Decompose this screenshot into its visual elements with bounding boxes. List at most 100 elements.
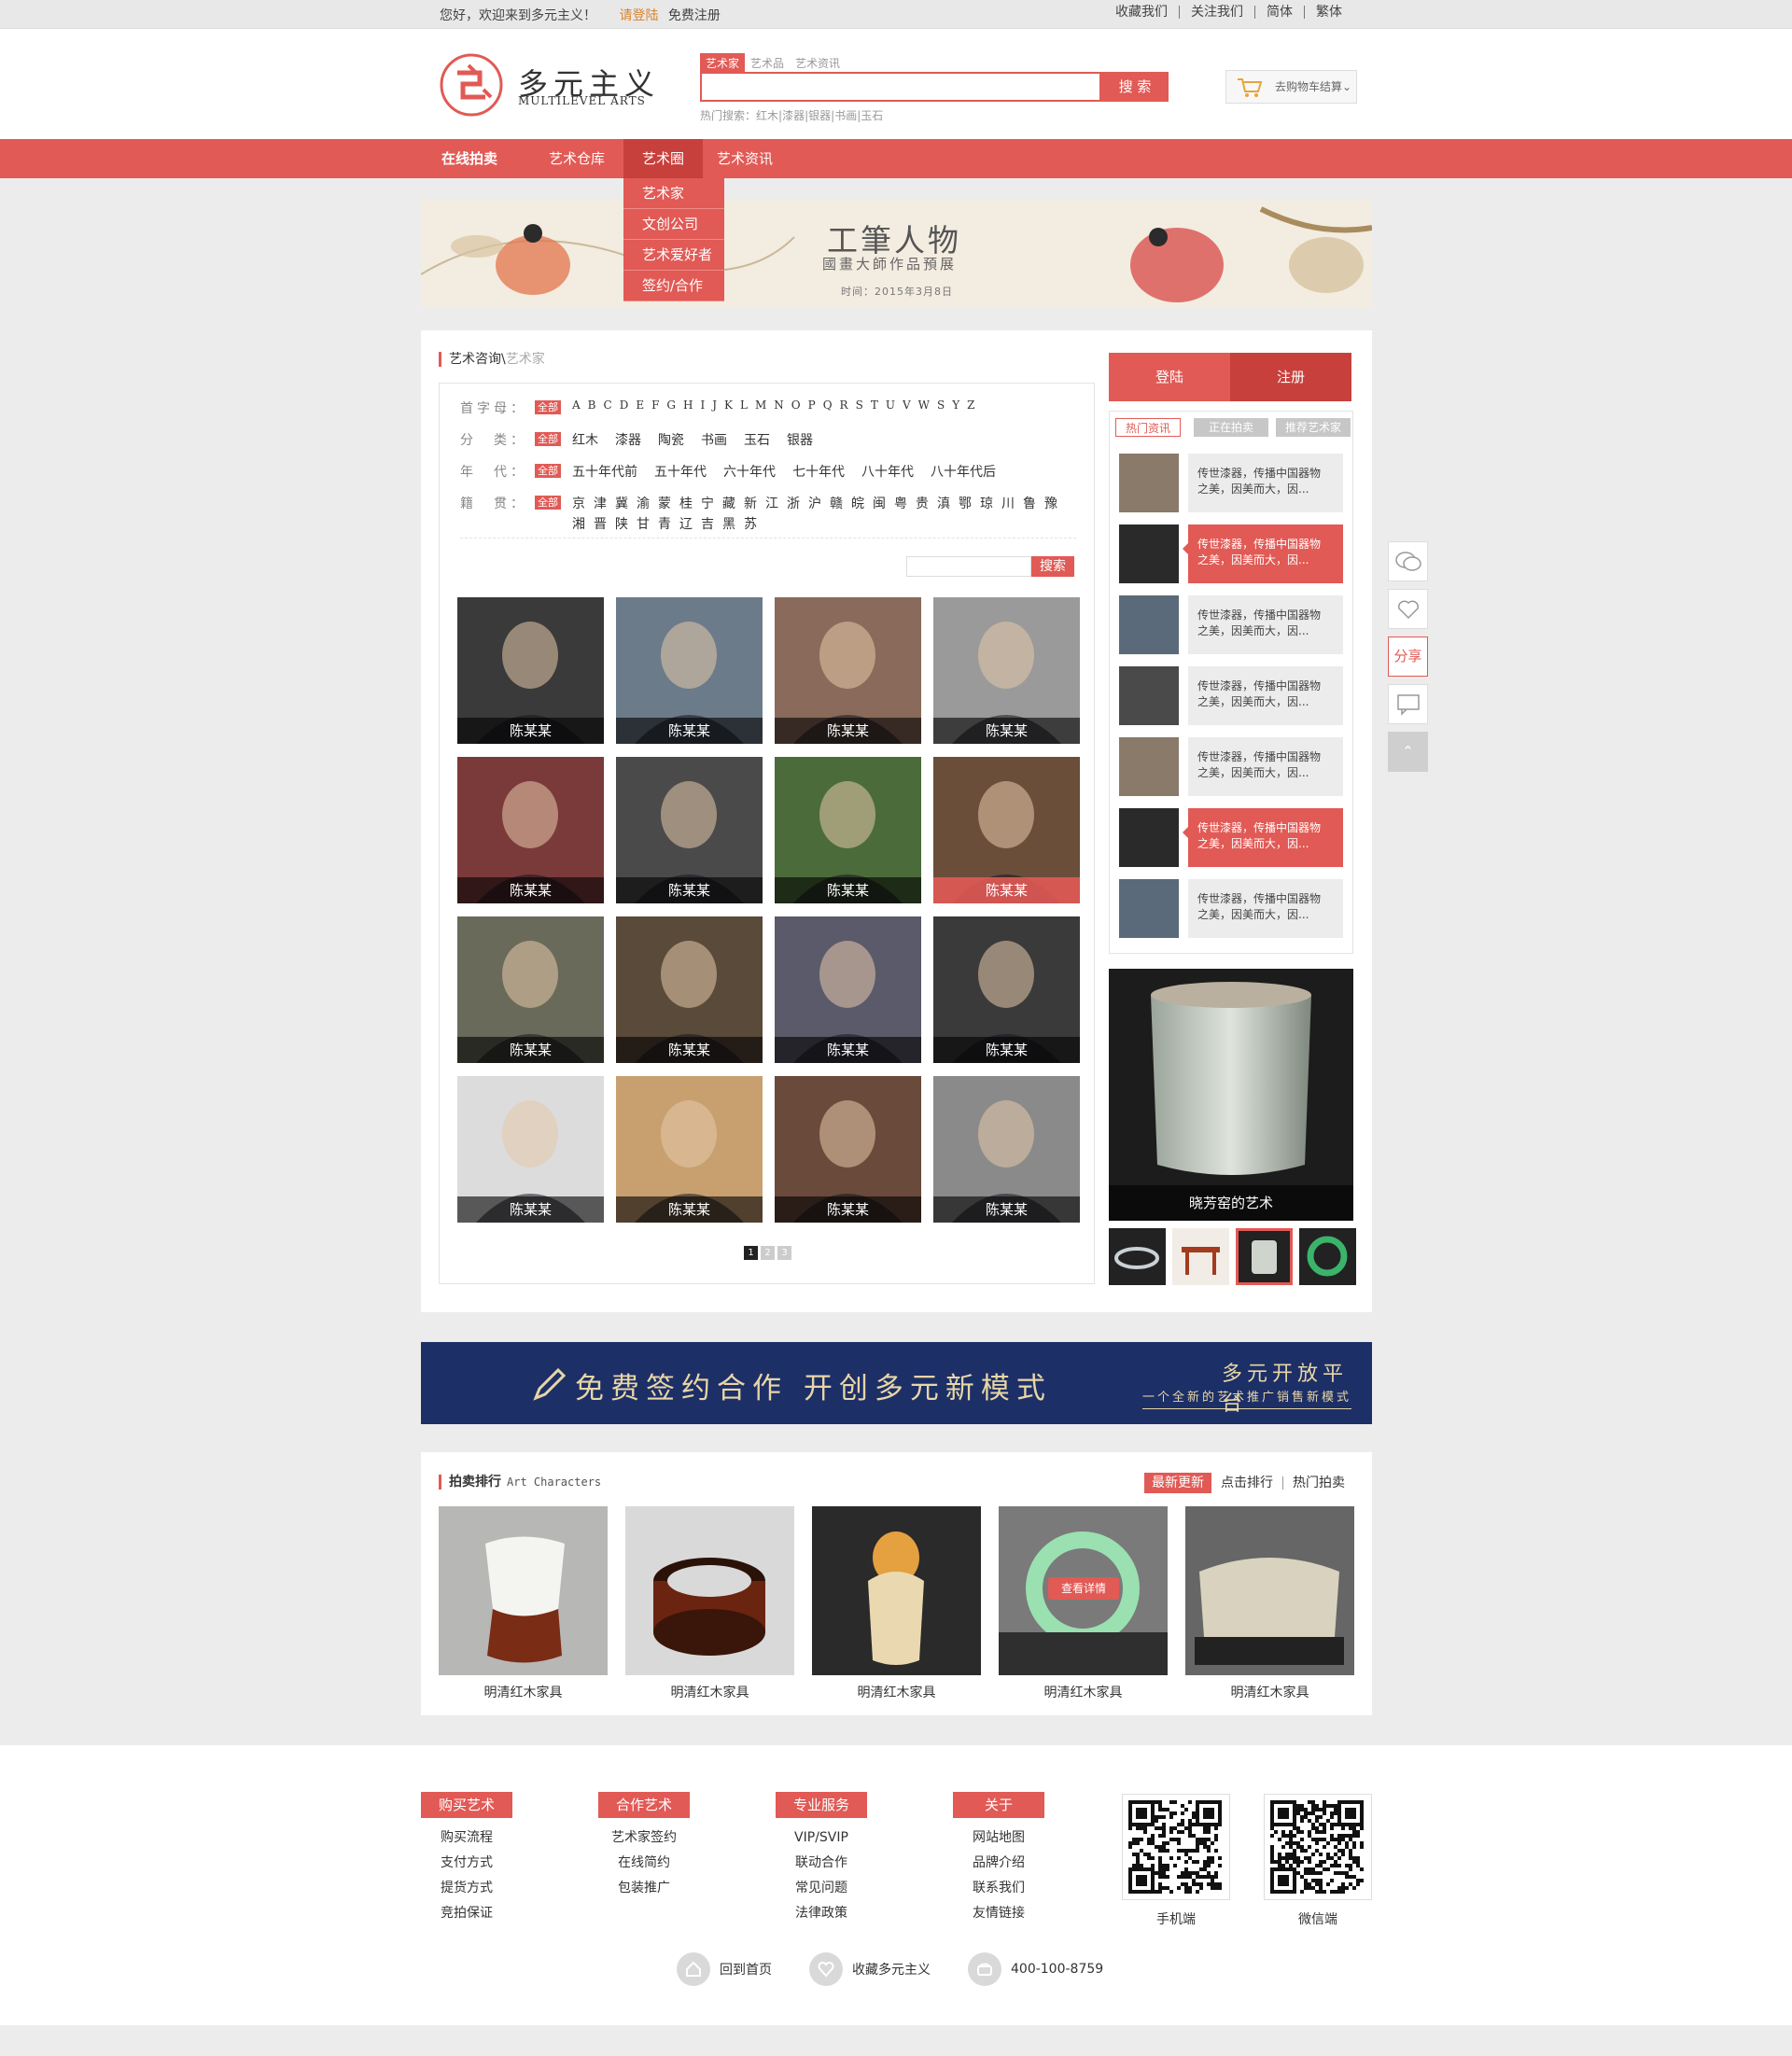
filter-option[interactable]: 辽 — [679, 514, 693, 533]
filter-option[interactable]: 八十年代后 — [931, 462, 996, 481]
artist-card[interactable]: 陈某某 — [933, 757, 1080, 903]
hot-search-link[interactable]: 漆器 — [782, 109, 805, 122]
auction-tab-latest[interactable]: 最新更新 — [1144, 1473, 1211, 1493]
search-input[interactable] — [700, 72, 1101, 102]
filter-option[interactable]: 津 — [594, 494, 607, 512]
footer-link[interactable]: 购买流程 — [421, 1825, 512, 1851]
filter-option[interactable]: G — [666, 399, 677, 412]
search-button[interactable]: 搜 索 — [1101, 72, 1169, 102]
page-button[interactable]: 1 — [744, 1246, 758, 1260]
filter-option[interactable]: 书画 — [701, 430, 727, 449]
hot-search-link[interactable]: 银器 — [808, 109, 831, 122]
filter-option[interactable]: 皖 — [851, 494, 864, 512]
auction-tab-clicks[interactable]: 点击排行 — [1211, 1476, 1282, 1490]
cart-button[interactable]: 去购物车结算⌄ — [1225, 70, 1357, 104]
filter-option[interactable]: S — [937, 399, 945, 412]
filter-option[interactable]: R — [840, 399, 849, 412]
filter-option[interactable]: 陕 — [615, 514, 628, 533]
filter-option[interactable]: 蒙 — [658, 494, 671, 512]
footer-link[interactable]: VIP/SVIP — [776, 1825, 867, 1851]
filter-option[interactable]: W — [918, 399, 931, 412]
follow-link[interactable]: 关注我们 — [1179, 6, 1254, 19]
tab-auctioning[interactable]: 正在拍卖 — [1194, 418, 1268, 437]
filter-option[interactable]: 鲁 — [1023, 494, 1036, 512]
tab-hot-news[interactable]: 热门资讯 — [1115, 418, 1181, 437]
news-item[interactable]: 传世漆器，传播中国器物 之美，因美而大，因... — [1119, 737, 1343, 796]
footer-link[interactable]: 支付方式 — [421, 1851, 512, 1876]
filter-option[interactable]: 陶瓷 — [658, 430, 684, 449]
dropdown-item-fans[interactable]: 艺术爱好者 — [623, 240, 724, 271]
sidebar-login-button[interactable]: 登陆 — [1109, 353, 1230, 401]
filter-option[interactable]: 冀 — [615, 494, 628, 512]
logo-seal-icon[interactable] — [439, 52, 504, 118]
filter-option[interactable]: 黑 — [722, 514, 735, 533]
auction-tab-hot[interactable]: 热门拍卖 — [1282, 1476, 1354, 1490]
filter-search-input[interactable] — [906, 556, 1031, 577]
simplified-link[interactable]: 简体 — [1254, 6, 1304, 19]
register-link[interactable]: 免费注册 — [668, 8, 721, 23]
filter-option[interactable]: P — [808, 399, 817, 412]
footer-link[interactable]: 提货方式 — [421, 1876, 512, 1901]
filter-option[interactable]: 沪 — [808, 494, 821, 512]
artist-card[interactable]: 陈某某 — [457, 757, 604, 903]
nav-item-warehouse[interactable]: 艺术仓库 — [549, 139, 605, 178]
comment-icon[interactable] — [1388, 684, 1428, 724]
footer-link[interactable]: 品牌介绍 — [953, 1851, 1044, 1876]
artist-card[interactable]: 陈某某 — [933, 1076, 1080, 1223]
filter-option[interactable]: 八十年代 — [861, 462, 914, 481]
artist-card[interactable]: 陈某某 — [775, 1076, 921, 1223]
nav-item-news[interactable]: 艺术资讯 — [717, 139, 773, 178]
filter-option[interactable]: 赣 — [830, 494, 843, 512]
auction-item[interactable]: 明清红木家具 — [439, 1506, 608, 1701]
sidebar-register-button[interactable]: 注册 — [1230, 353, 1351, 401]
filter-option[interactable]: L — [740, 399, 749, 412]
filter-option[interactable]: 晋 — [594, 514, 607, 533]
filter-option[interactable]: D — [620, 399, 630, 412]
filter-all-button[interactable]: 全部 — [535, 496, 561, 510]
filter-option[interactable]: 漆器 — [615, 430, 641, 449]
artist-card[interactable]: 陈某某 — [933, 597, 1080, 744]
wechat-icon[interactable] — [1388, 541, 1428, 581]
filter-option[interactable]: 五十年代前 — [572, 462, 637, 481]
filter-option[interactable]: 浙 — [787, 494, 800, 512]
filter-all-button[interactable]: 全部 — [535, 464, 561, 478]
filter-search-button[interactable]: 搜索 — [1031, 556, 1074, 577]
footer-link[interactable]: 联动合作 — [776, 1851, 867, 1876]
news-item[interactable]: 传世漆器，传播中国器物 之美，因美而大，因... — [1119, 808, 1343, 867]
footer-link[interactable]: 竞拍保证 — [421, 1901, 512, 1926]
page-button[interactable]: 3 — [777, 1246, 791, 1260]
filter-option[interactable]: 五十年代 — [654, 462, 707, 481]
nav-item-auction[interactable]: 在线拍卖 — [441, 139, 497, 178]
dropdown-item-artist[interactable]: 艺术家 — [623, 178, 724, 209]
search-tab-news[interactable]: 艺术资讯 — [790, 53, 846, 73]
back-to-top-icon[interactable]: ⌃ — [1388, 732, 1428, 772]
auction-item[interactable]: 明清红木家具 — [812, 1506, 981, 1701]
footer-link[interactable]: 法律政策 — [776, 1901, 867, 1926]
filter-option[interactable]: 滇 — [937, 494, 950, 512]
filter-option[interactable]: 京 — [572, 494, 585, 512]
footer-link[interactable]: 网站地图 — [953, 1825, 1044, 1851]
filter-option[interactable]: 吉 — [701, 514, 714, 533]
footer-link[interactable]: 常见问题 — [776, 1876, 867, 1901]
filter-option[interactable]: 桂 — [679, 494, 693, 512]
filter-option[interactable]: N — [774, 399, 785, 412]
artist-card[interactable]: 陈某某 — [457, 1076, 604, 1223]
tab-recommended[interactable]: 推荐艺术家 — [1276, 418, 1351, 437]
artist-card[interactable]: 陈某某 — [775, 757, 921, 903]
filter-option[interactable]: 川 — [1001, 494, 1015, 512]
footer-link[interactable]: 艺术家签约 — [598, 1825, 690, 1851]
artist-card[interactable]: 陈某某 — [616, 597, 763, 744]
filter-option[interactable]: I — [700, 399, 706, 412]
filter-option[interactable]: H — [683, 399, 693, 412]
dropdown-item-sign[interactable]: 签约/合作 — [623, 271, 724, 301]
traditional-link[interactable]: 繁体 — [1304, 6, 1353, 19]
artist-card[interactable]: 陈某某 — [457, 916, 604, 1063]
filter-option[interactable]: B — [588, 399, 597, 412]
filter-option[interactable]: J — [712, 399, 718, 412]
filter-option[interactable]: 青 — [658, 514, 671, 533]
search-tab-artist[interactable]: 艺术家 — [700, 53, 746, 73]
filter-option[interactable]: 甘 — [637, 514, 650, 533]
news-item[interactable]: 传世漆器，传播中国器物 之美，因美而大，因... — [1119, 454, 1343, 512]
filter-option[interactable]: C — [604, 399, 613, 412]
search-tab-artwork[interactable]: 艺术品 — [745, 53, 790, 73]
